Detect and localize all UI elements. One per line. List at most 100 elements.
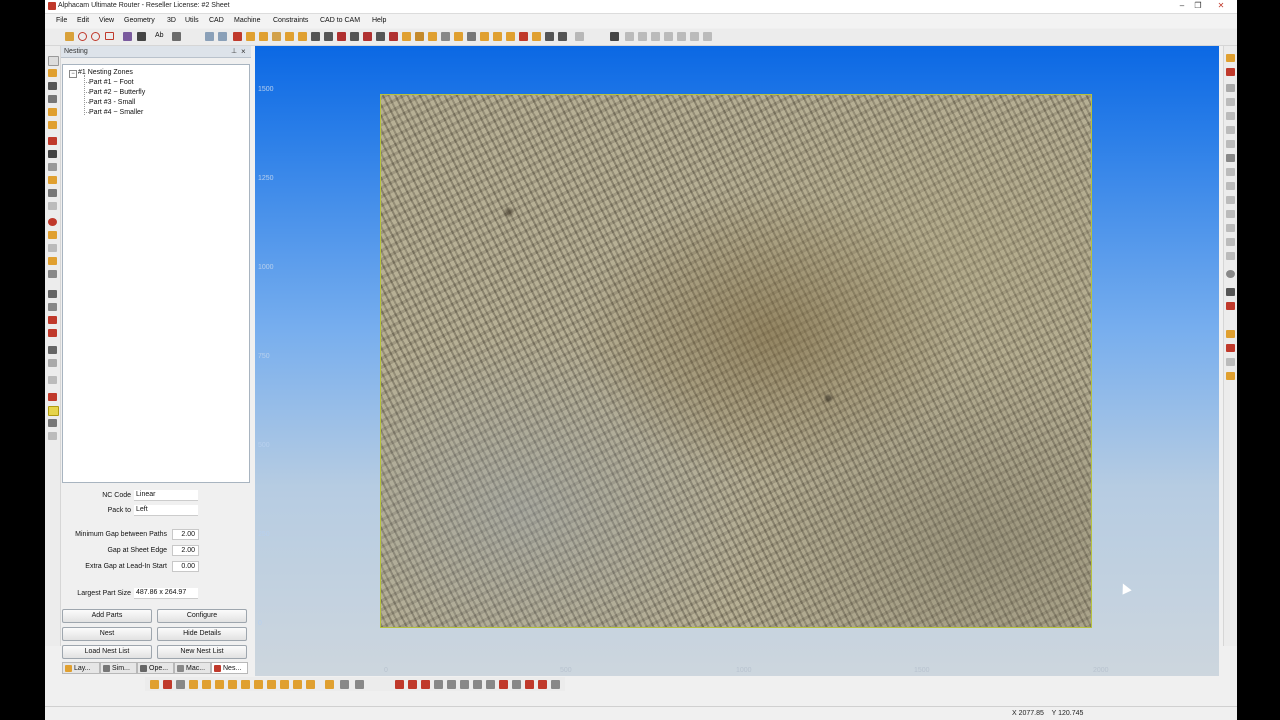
grid-toggle-icon[interactable]	[48, 359, 57, 367]
explode-icon[interactable]	[402, 32, 411, 41]
view-iso-icon[interactable]	[1226, 98, 1235, 106]
view-section-icon[interactable]	[1226, 182, 1235, 190]
menu-edit[interactable]: Edit	[77, 17, 89, 24]
tab-layers[interactable]: Lay...	[62, 662, 100, 674]
view-sphere-icon[interactable]	[1226, 270, 1235, 278]
new-nest-list-button[interactable]: New Nest List	[157, 645, 247, 659]
undo-icon[interactable]	[205, 32, 214, 41]
nest-tool-e-icon[interactable]	[202, 680, 211, 689]
menu-machine[interactable]: Machine	[234, 17, 260, 24]
tool-red-icon[interactable]	[48, 137, 57, 145]
view-top-icon[interactable]	[1226, 54, 1235, 62]
nest-tool-c-icon[interactable]	[176, 680, 185, 689]
configure-button[interactable]: Configure	[157, 609, 247, 623]
highlight-icon[interactable]	[48, 406, 59, 416]
view-side-icon[interactable]	[1226, 84, 1235, 92]
view-wire-icon[interactable]	[1226, 154, 1235, 162]
load-nest-list-button[interactable]: Load Nest List	[62, 645, 152, 659]
view-highlight-icon[interactable]	[1226, 330, 1235, 338]
properties-icon[interactable]	[48, 270, 57, 278]
zoom-in-icon[interactable]	[48, 290, 57, 298]
copy-icon[interactable]	[259, 32, 268, 41]
pack-to-field[interactable]: Left	[134, 505, 198, 516]
folder-icon[interactable]	[48, 231, 57, 239]
number-icon[interactable]	[467, 32, 476, 41]
tab-simulation[interactable]: Sim...	[100, 662, 137, 674]
sim-tool-d-icon[interactable]	[434, 680, 443, 689]
view-tool-icon[interactable]	[1226, 302, 1235, 310]
group-icon[interactable]	[428, 32, 437, 41]
sim-tool-j-icon[interactable]	[512, 680, 521, 689]
view-extra-icon[interactable]	[1226, 358, 1235, 366]
layer-tool-icon[interactable]	[48, 176, 57, 184]
view-icon[interactable]	[48, 189, 57, 197]
sim-tool-m-icon[interactable]	[551, 680, 560, 689]
pan-icon[interactable]	[48, 316, 57, 324]
hide-details-button[interactable]: Hide Details	[157, 627, 247, 641]
stop-icon[interactable]	[48, 218, 57, 226]
view-light-icon[interactable]	[1226, 210, 1235, 218]
arc-tool-icon[interactable]	[78, 32, 87, 41]
tree-item-part-3[interactable]: Part #3 - Small	[89, 99, 135, 106]
nest-tool-b-icon[interactable]	[163, 680, 172, 689]
tab-operations[interactable]: Ope...	[137, 662, 174, 674]
view-fit-icon[interactable]	[1226, 252, 1235, 260]
layers-icon[interactable]	[48, 346, 57, 354]
view-mark-icon[interactable]	[1226, 344, 1235, 352]
sim-tool-a-icon[interactable]	[395, 680, 404, 689]
menu-3d[interactable]: 3D	[167, 17, 176, 24]
drawing-viewport[interactable]: 1500 1250 1000 750 500 250 0 0 500 1000 …	[255, 46, 1219, 676]
nest-tool-l-icon[interactable]	[293, 680, 302, 689]
edit-icon[interactable]	[48, 257, 57, 265]
polyline-tool-icon[interactable]	[123, 32, 132, 41]
sim-tool-l-icon[interactable]	[538, 680, 547, 689]
import-icon[interactable]	[48, 108, 57, 116]
sim-tool-b-icon[interactable]	[408, 680, 417, 689]
menu-help[interactable]: Help	[372, 17, 386, 24]
dimension-tool-icon[interactable]	[172, 32, 181, 41]
extra-gap-field[interactable]: 0.00	[172, 561, 199, 572]
tree-item-part-1[interactable]: Part #1 ~ Foot	[89, 79, 134, 86]
select-all-icon[interactable]	[48, 376, 57, 384]
scale-icon[interactable]	[298, 32, 307, 41]
view-shade-icon[interactable]	[1226, 140, 1235, 148]
restore-icon[interactable]: ❐	[1192, 1, 1204, 11]
nest-tool-m-icon[interactable]	[306, 680, 315, 689]
sim-tool-g-icon[interactable]	[473, 680, 482, 689]
menu-geometry[interactable]: Geometry	[124, 17, 155, 24]
view-machine-icon[interactable]	[1226, 288, 1235, 296]
redraw-icon[interactable]	[48, 329, 57, 337]
settings-icon[interactable]	[532, 32, 541, 41]
nest-tool-p-icon[interactable]	[355, 680, 364, 689]
print-icon[interactable]	[48, 95, 57, 103]
measure-icon[interactable]	[545, 32, 554, 41]
close-icon[interactable]: ✕	[1215, 1, 1227, 11]
minimize-icon[interactable]: –	[1176, 1, 1188, 11]
trim-icon[interactable]	[311, 32, 320, 41]
fillet-icon[interactable]	[363, 32, 372, 41]
break-icon[interactable]	[337, 32, 346, 41]
menu-view[interactable]: View	[99, 17, 114, 24]
collapse-icon[interactable]: −	[69, 70, 77, 78]
zoom-out-icon[interactable]	[48, 303, 57, 311]
style-icon[interactable]	[454, 32, 463, 41]
view-front-icon[interactable]	[1226, 68, 1235, 76]
select-icon[interactable]	[558, 32, 567, 41]
delete-icon[interactable]	[233, 32, 242, 41]
menu-utils[interactable]: Utils	[185, 17, 199, 24]
menu-constraints[interactable]: Constraints	[273, 17, 308, 24]
nest-tool-n-icon[interactable]	[325, 680, 334, 689]
close-panel-icon[interactable]: ×	[241, 47, 246, 56]
save-icon[interactable]	[48, 82, 57, 90]
menu-file[interactable]: File	[56, 17, 67, 24]
sim-tool-i-icon[interactable]	[499, 680, 508, 689]
redo-icon[interactable]	[218, 32, 227, 41]
menu-cad[interactable]: CAD	[209, 17, 224, 24]
zoom-icon[interactable]	[48, 163, 57, 171]
sim-tool-k-icon[interactable]	[525, 680, 534, 689]
sim-tool-f-icon[interactable]	[460, 680, 469, 689]
rotate-icon[interactable]	[272, 32, 281, 41]
nest-tool-f-icon[interactable]	[215, 680, 224, 689]
view-camera-icon[interactable]	[1226, 238, 1235, 246]
sim-tool-h-icon[interactable]	[486, 680, 495, 689]
